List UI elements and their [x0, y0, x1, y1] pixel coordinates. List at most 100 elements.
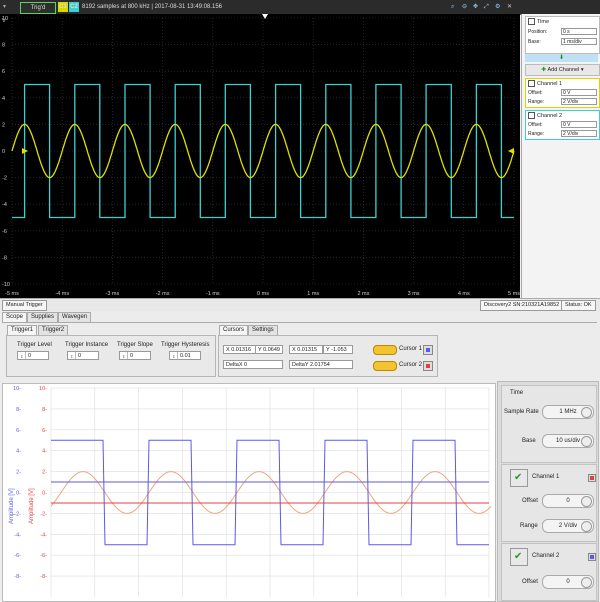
tab-scope[interactable]: Scope — [2, 312, 28, 322]
ch1-range-select[interactable]: 2 V/div — [542, 519, 594, 533]
y1-tick-label: 2- — [16, 470, 21, 476]
tab-wavegen[interactable]: Wavegen — [58, 312, 92, 322]
cursor2-y-field[interactable]: Y -1.053 — [323, 345, 353, 354]
cursor2-label: Cursor 2 — [399, 362, 423, 368]
add-channel-label: Add Channel — [547, 67, 580, 73]
spin-icon[interactable]: ⇕ — [70, 352, 76, 359]
channel2-checkbox[interactable] — [528, 112, 535, 120]
channel2-label: Channel 2 — [537, 113, 563, 119]
base-label: Base: — [528, 39, 541, 45]
knob-icon — [581, 407, 592, 418]
base-select[interactable]: 10 us/div — [542, 434, 594, 448]
acquisition-info: 8192 samples at 800 kHz | 2017-08-31 13:… — [82, 4, 222, 10]
cursor1-toggle[interactable] — [373, 345, 397, 355]
trigger-level-value: 0 — [28, 353, 32, 359]
y1-tick-label: -6- — [14, 553, 21, 559]
cursor1-label: Cursor 1 — [399, 346, 423, 352]
trigger-slope-label: Trigger Slope — [117, 342, 153, 348]
cursor2-x-field[interactable]: X 0.01315 — [289, 345, 323, 354]
menu-icon[interactable]: ▾ — [3, 2, 6, 12]
channel2-enable-checkbox[interactable]: ✔ — [510, 548, 528, 566]
ch2-offset-control[interactable]: 0 — [542, 575, 594, 589]
cursor2-y-value: -1.053 — [331, 347, 347, 353]
sample-rate-label: Sample Rate — [504, 409, 539, 415]
waveform-graph[interactable]: 10- 8- 6- 4- 2- 0- -2- -4- -6- -8- 10- 8- 6- 4- 2- 0- -… — [2, 383, 496, 602]
tab-trigger1[interactable]: Trigger1 — [7, 325, 38, 335]
sample-rate-select[interactable]: 1 MHz — [542, 405, 594, 419]
ch2-offset-field[interactable]: 0 V — [561, 121, 597, 128]
base-select[interactable]: 1 ms/div — [561, 38, 597, 45]
deltax-value: 0 — [244, 362, 248, 368]
trigger-level-marker[interactable] — [508, 148, 514, 154]
y1-tick-label: -8- — [14, 574, 21, 580]
channel2-toggle[interactable]: C2 — [69, 2, 79, 12]
tab-supplies[interactable]: Supplies — [27, 312, 59, 322]
y-tick-label: 8 — [2, 43, 5, 49]
trigger-slope-field[interactable]: ⇕ 0 — [119, 351, 151, 360]
spin-icon[interactable]: ⇕ — [172, 352, 178, 359]
y-tick-label: -10 — [2, 282, 10, 288]
channel1-color-indicator — [588, 474, 596, 482]
time-title: Time — [510, 390, 524, 396]
ch1-offset-control[interactable]: 0 — [542, 494, 594, 508]
close-icon[interactable]: ✕ — [507, 2, 512, 12]
spin-icon[interactable]: ⇕ — [122, 352, 128, 359]
y1-tick-label: 10- — [13, 386, 21, 392]
pan-icon[interactable]: ✥ — [473, 2, 478, 12]
graph-grid — [50, 387, 490, 597]
ch2-range-select[interactable]: 2 V/div — [561, 130, 597, 137]
ch1-offset-label: Offset: — [528, 90, 543, 96]
base-label: Base — [522, 438, 536, 444]
channel1-checkbox[interactable] — [528, 80, 535, 88]
deltax-field[interactable]: DeltaX 0 — [223, 360, 283, 369]
ch2-range-label: Range: — [528, 131, 545, 137]
y-unit-label: V — [2, 18, 6, 24]
deltay-label: DeltaY — [292, 362, 309, 368]
time-box: Time Sample Rate 1 MHz Base 10 us/div — [501, 385, 597, 463]
checkmark-icon: ✔ — [514, 551, 523, 562]
ch1-range-select[interactable]: 2 V/div — [561, 98, 597, 105]
time-checkbox[interactable] — [528, 18, 535, 26]
scope-x-axis: -5 ms -4 ms -3 ms -2 ms -1 ms 0 ms 1 ms 2 ms 3 m… — [5, 291, 520, 297]
x-tick-label: 4 ms — [458, 291, 470, 297]
cursor1-color-button[interactable] — [423, 345, 433, 355]
cursor1-y-value: 0.0649 — [263, 347, 280, 353]
add-channel-button[interactable]: ✚ Add Channel ▾ — [525, 64, 600, 76]
tab-settings[interactable]: Settings — [248, 325, 278, 335]
cursor2-color-button[interactable] — [423, 361, 433, 371]
x-tick-label: 1 ms — [307, 291, 319, 297]
x-tick-label: -4 ms — [55, 291, 69, 297]
manual-trigger-button[interactable]: Manual Trigger — [2, 300, 47, 311]
position-field[interactable]: 0 s — [561, 28, 597, 35]
y-tick-label: 0 — [2, 149, 5, 155]
spin-icon[interactable]: ⇕ — [20, 352, 26, 359]
channel1-enable-checkbox[interactable]: ✔ — [510, 469, 528, 487]
zoom-icon[interactable]: ⌕ — [451, 2, 454, 12]
tab-trigger2[interactable]: Trigger2 — [38, 325, 69, 335]
channel1-label: Channel 1 — [537, 81, 563, 87]
y2-tick-label: 4- — [42, 449, 47, 455]
y2-tick-label: 2- — [42, 470, 47, 476]
settings-icon[interactable]: ⚙ — [495, 2, 500, 12]
trigger-hysteresis-field[interactable]: ⇕ 0.01 — [169, 351, 201, 360]
channel1-toggle[interactable]: C1 — [58, 2, 68, 12]
knob-icon — [581, 436, 592, 447]
scope-y-axis: 1086420-2-4-6-8-10V — [2, 16, 10, 288]
ch1-range-value: 2 V/div — [558, 523, 578, 529]
ch1-offset-field[interactable]: 0 V — [561, 89, 597, 96]
cursor2-toggle[interactable] — [373, 361, 397, 371]
fit-icon[interactable]: ⤢ — [484, 2, 489, 12]
tab-cursors[interactable]: Cursors — [219, 325, 249, 335]
deltay-field[interactable]: DeltaY 2.01754 — [289, 360, 353, 369]
scope-plot[interactable]: 1086420-2-4-6-8-10V -5 ms -4 ms -3 ms -2 ms… — [0, 14, 520, 298]
trigger-level-field[interactable]: ⇕ 0 — [17, 351, 49, 360]
y-tick-label: 6 — [2, 69, 5, 75]
cursor-settings: X 0.01316 Y 0.0649 X 0.01315 Y -1.053 De… — [218, 335, 438, 377]
zoom-out-icon[interactable]: ⊖ — [462, 2, 467, 12]
trigger-instance-field[interactable]: ⇕ 0 — [67, 351, 99, 360]
collapse-arrow-icon[interactable]: ⬇ — [525, 54, 598, 62]
graph-side-panel: Time Sample Rate 1 MHz Base 10 us/div ✔ … — [497, 381, 599, 602]
channel2-color-indicator — [588, 553, 596, 561]
cursor2-x-value: 0.01315 — [297, 347, 318, 353]
cursor1-y-field[interactable]: Y 0.0649 — [255, 345, 283, 354]
